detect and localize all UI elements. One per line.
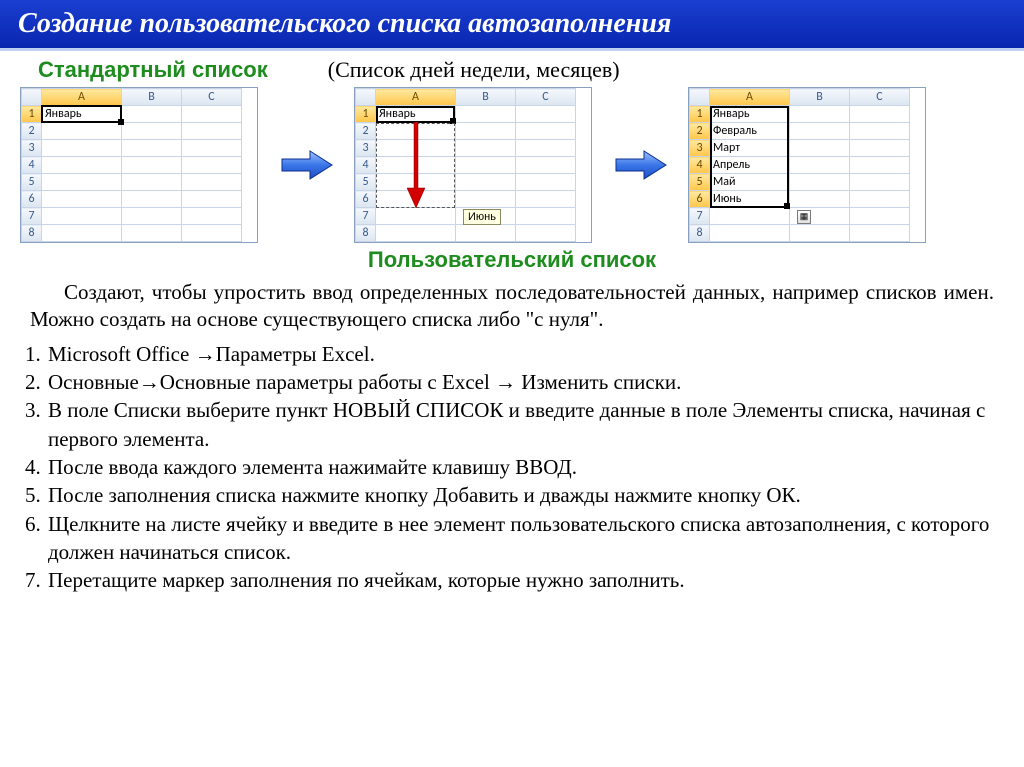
cell: Июнь	[710, 191, 790, 208]
row-header: 1	[356, 106, 376, 123]
row-header: 5	[22, 174, 42, 191]
row-header: 7	[356, 208, 376, 225]
row-header: 4	[22, 157, 42, 174]
row-header: 4	[690, 157, 710, 174]
col-header: C	[182, 89, 242, 106]
row-header: 6	[356, 191, 376, 208]
row-header: 6	[690, 191, 710, 208]
select-all-corner	[22, 89, 42, 106]
heading-parenthetical: (Список дней недели, месяцев)	[328, 57, 620, 83]
step-item: Основные→Основные параметры работы с Exc…	[46, 368, 994, 396]
cell: Май	[710, 174, 790, 191]
row-header: 8	[690, 225, 710, 242]
col-header: C	[850, 89, 910, 106]
step-item: Перетащите маркер заполнения по ячейкам,…	[46, 566, 994, 594]
row-header: 7	[22, 208, 42, 225]
excel-screenshot-3: A B C 1Январь 2Февраль 3Март 4Апрель 5Ма…	[688, 87, 926, 243]
fill-handle	[118, 119, 124, 125]
arrow-right-icon	[610, 145, 670, 185]
row-header: 2	[356, 123, 376, 140]
row-header: 8	[22, 225, 42, 242]
step-item: После заполнения списка нажмите кнопку Д…	[46, 481, 994, 509]
row-header: 1	[22, 106, 42, 123]
col-header: A	[376, 89, 456, 106]
col-header: C	[516, 89, 576, 106]
col-header: B	[790, 89, 850, 106]
row-header: 1	[690, 106, 710, 123]
cell-value: Январь	[45, 107, 82, 121]
row-header: 3	[690, 140, 710, 157]
heading-custom-list: Пользовательский список	[368, 247, 656, 272]
row-header: 5	[690, 174, 710, 191]
row-header: 2	[690, 123, 710, 140]
row-header: 8	[356, 225, 376, 242]
paragraph-intro: Создают, чтобы упростить ввод определенн…	[0, 275, 1024, 340]
step-item: Щелкните на листе ячейку и введите в нее…	[46, 510, 994, 567]
step-item: После ввода каждого элемента нажимайте к…	[46, 453, 994, 481]
red-arrow-down-icon	[405, 122, 427, 208]
arrow-right-icon	[276, 145, 336, 185]
col-header: B	[122, 89, 182, 106]
autofill-options-icon: ▦	[797, 210, 811, 224]
cell: Февраль	[710, 123, 790, 140]
col-header: B	[456, 89, 516, 106]
col-header: A	[42, 89, 122, 106]
excel-screenshot-1: A B C 1Январь 2 3 4 5 6 7 8	[20, 87, 258, 243]
select-all-corner	[356, 89, 376, 106]
steps-list: Microsoft Office →Параметры Excel. Основ…	[0, 340, 1024, 595]
heading-standard-list: Стандартный список	[38, 57, 268, 83]
step-item: Microsoft Office →Параметры Excel.	[46, 340, 994, 368]
row-header: 4	[356, 157, 376, 174]
slide-title: Создание пользовательского списка автоза…	[0, 0, 1024, 51]
cell: Январь	[710, 106, 790, 123]
excel-screenshot-2: A B C 1Январь 2 3 4 5 6 7 8 Июнь	[354, 87, 592, 243]
cell: Апрель	[710, 157, 790, 174]
row-header: 5	[356, 174, 376, 191]
row-header: 3	[22, 140, 42, 157]
cell-A1: Январь	[42, 106, 122, 123]
cell: Март	[710, 140, 790, 157]
row-header: 6	[22, 191, 42, 208]
step-item: В поле Списки выберите пункт НОВЫЙ СПИСО…	[46, 396, 994, 453]
cell-A1: Январь	[376, 106, 456, 123]
col-header: A	[710, 89, 790, 106]
row-header: 7	[690, 208, 710, 225]
row-header: 2	[22, 123, 42, 140]
row-header: 3	[356, 140, 376, 157]
select-all-corner	[690, 89, 710, 106]
autofill-tooltip: Июнь	[463, 209, 501, 225]
